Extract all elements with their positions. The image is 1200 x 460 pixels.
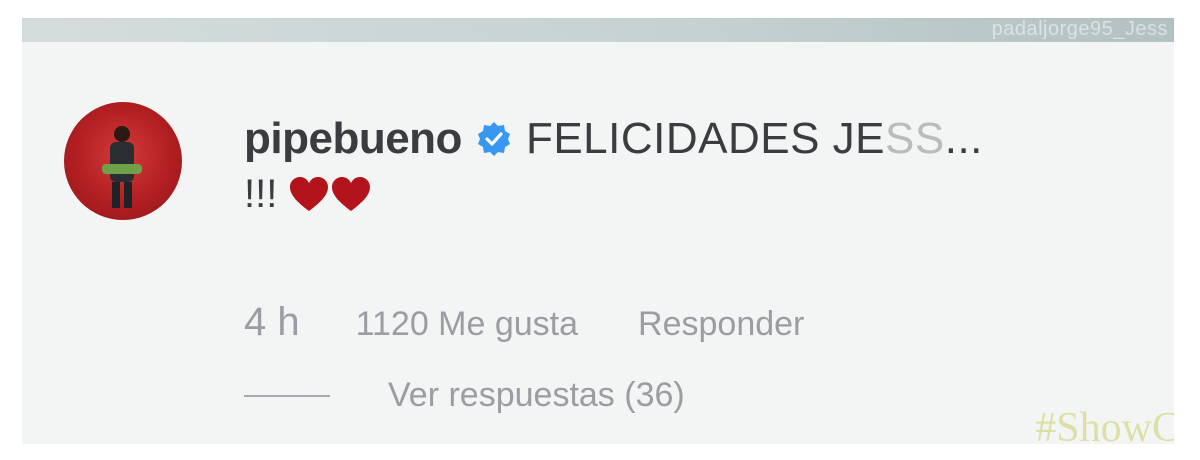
comment-exclamations: !!!: [244, 172, 278, 216]
replies-divider: [244, 394, 330, 397]
comment-username[interactable]: pipebueno: [244, 114, 462, 164]
avatar-person-icon: [102, 126, 142, 208]
screenshot-frame: padaljorge95_Jess pipebueno FELICIDADES …: [22, 18, 1174, 444]
top-strip: padaljorge95_Jess: [22, 18, 1174, 44]
comment-meta: 4 h 1120 Me gusta Responder: [244, 300, 804, 345]
comment-text-visible: FELICIDADES JE: [525, 114, 886, 163]
heart-icon: [332, 176, 371, 211]
hearts-emoji: [289, 176, 371, 213]
comment-card: pipebueno FELICIDADES JESS... !!! 4 h 11…: [22, 42, 1174, 444]
tagged-username-overlay: padaljorge95_Jess: [991, 18, 1168, 40]
heart-icon: [290, 176, 329, 211]
verified-badge-icon: [477, 122, 510, 156]
avatar[interactable]: [64, 102, 182, 220]
comment-text: FELICIDADES JESS...: [526, 114, 983, 164]
comment-first-line: pipebueno FELICIDADES JESS...: [244, 114, 983, 164]
comment-timestamp: 4 h: [244, 300, 300, 344]
reply-button[interactable]: Responder: [638, 305, 804, 344]
comment-like-count[interactable]: 1120 Me gusta: [356, 305, 578, 344]
watermark: #ShowC: [1035, 405, 1174, 444]
comment-second-line: !!!: [244, 172, 371, 217]
view-replies-button[interactable]: Ver respuestas (36): [388, 376, 685, 415]
comment-text-faded: SS: [885, 114, 945, 163]
comment-ellipsis[interactable]: ...: [945, 114, 983, 163]
view-replies-row[interactable]: Ver respuestas (36): [244, 376, 685, 415]
